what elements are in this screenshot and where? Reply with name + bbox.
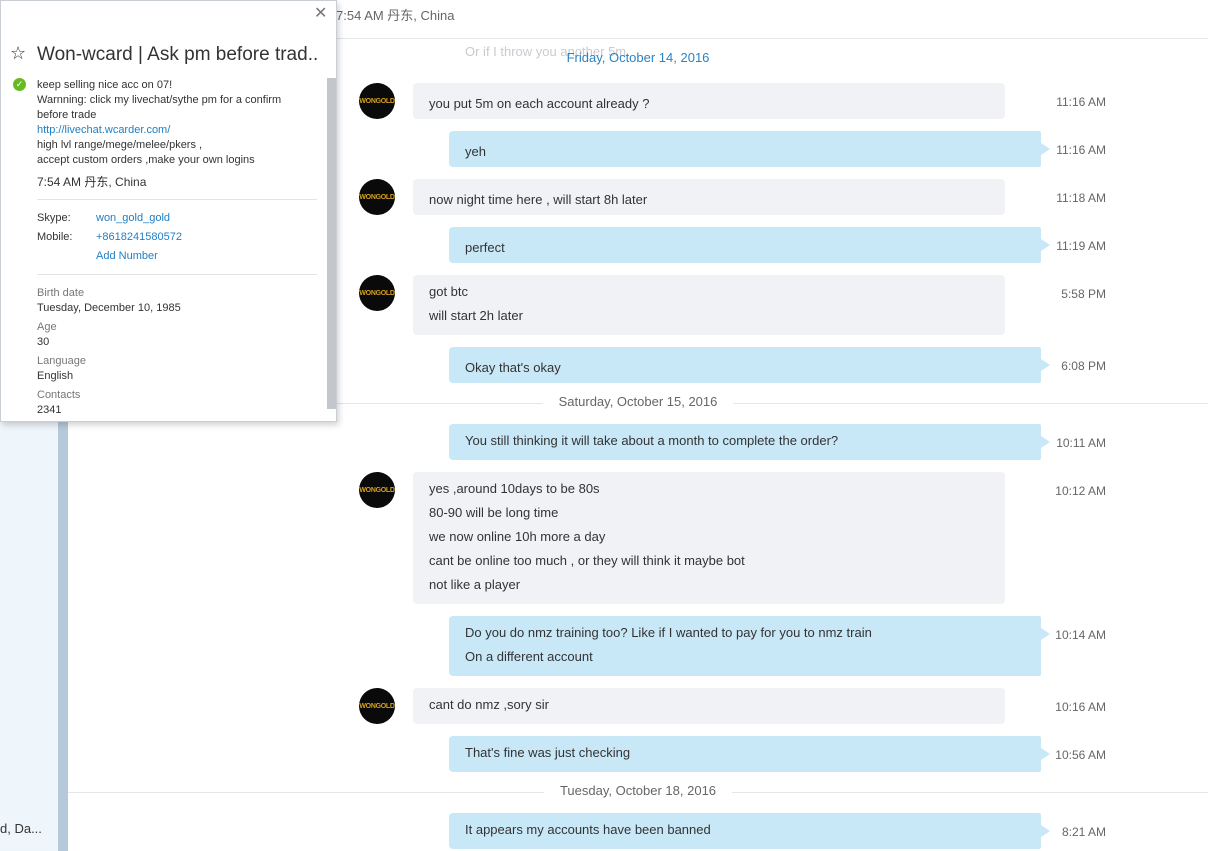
message-bubble-incoming[interactable]: you put 5m on each account already ? — [413, 83, 1005, 119]
message-bubble-incoming[interactable]: yes ,around 10days to be 80s 80-90 will … — [413, 472, 1005, 604]
message-text: yes ,around 10days to be 80s — [429, 481, 600, 496]
mood-link[interactable]: http://livechat.wcarder.com/ — [37, 123, 322, 138]
date-separator: Tuesday, October 18, 2016 — [68, 783, 1208, 803]
message-text: 80-90 will be long time — [429, 505, 559, 520]
message-text: That's fine was just checking — [465, 745, 631, 760]
profile-local-time: 7:54 AM 丹东, China — [37, 175, 147, 189]
contact-avatar[interactable]: WONGOLD — [359, 83, 395, 119]
mood-line: Warnning: click my livechat/sythe pm for… — [37, 94, 282, 106]
contacts-label: Contacts — [37, 389, 81, 401]
mood-line: keep selling nice acc on 07! — [37, 79, 173, 91]
avatar-logo-text: WONGOLD — [359, 702, 395, 710]
sidebar-truncated-text[interactable]: d, Da... — [0, 821, 42, 836]
language-value: English — [37, 370, 74, 382]
message-text: we now online 10h more a day — [429, 529, 606, 544]
contacts-value: 2341 — [37, 404, 62, 416]
message-timestamp: 10:11 AM — [1056, 436, 1106, 450]
age-label: Age — [37, 321, 57, 333]
message-text: cant be online too much , or they will t… — [429, 553, 745, 568]
popover-scrollbar[interactable] — [327, 78, 336, 409]
message-timestamp: 5:58 PM — [1061, 287, 1106, 301]
mood-line: before trade — [37, 109, 97, 121]
favorite-star-icon[interactable]: ☆ — [10, 43, 26, 64]
contact-avatar[interactable]: WONGOLD — [359, 472, 395, 508]
age-value: 30 — [37, 336, 50, 348]
message-text: You still thinking it will take about a … — [465, 433, 839, 448]
message-text: you put 5m on each account already ? — [429, 96, 650, 111]
online-status-icon: ✓ — [13, 78, 26, 91]
message-timestamp: 11:16 AM — [1056, 95, 1106, 109]
message-bubble-outgoing[interactable]: Okay that's okay — [449, 347, 1050, 383]
message-text: got btc — [429, 284, 469, 299]
avatar-logo-text: WONGOLD — [359, 97, 395, 105]
mobile-label: Mobile: — [37, 231, 73, 243]
message-timestamp: 8:21 AM — [1061, 825, 1106, 839]
mood-message: keep selling nice acc on 07! Warnning: c… — [37, 78, 322, 168]
message-timestamp: 10:12 AM — [1055, 484, 1106, 498]
message-text: will start 2h later — [429, 308, 523, 323]
message-text: perfect — [465, 240, 505, 255]
skype-label: Skype: — [37, 212, 71, 224]
date-separator-label: Tuesday, October 18, 2016 — [543, 783, 733, 798]
date-separator-label: Saturday, October 15, 2016 — [542, 394, 734, 409]
message-bubble-incoming[interactable]: got btc will start 2h later — [413, 275, 1005, 335]
mobile-number-link[interactable]: +8618241580572 — [96, 231, 182, 243]
message-bubble-incoming[interactable]: now night time here , will start 8h late… — [413, 179, 1005, 215]
close-icon[interactable]: ✕ — [314, 3, 327, 23]
profile-popover: ✕ ☆ Won-wcard | Ask pm before trad... ✓ … — [0, 0, 337, 422]
message-text: It appears my accounts have been banned — [465, 822, 711, 837]
message-bubble-outgoing[interactable]: It appears my accounts have been banned — [449, 813, 1050, 849]
message-timestamp: 10:14 AM — [1055, 628, 1106, 642]
language-label: Language — [37, 355, 86, 367]
birth-date-label: Birth date — [37, 287, 85, 299]
message-text: Okay that's okay — [465, 360, 561, 375]
message-text: not like a player — [429, 577, 521, 592]
message-bubble-outgoing[interactable]: You still thinking it will take about a … — [449, 424, 1050, 460]
message-bubble-incoming[interactable]: cant do nmz ,sory sir — [413, 688, 1005, 724]
message-text: On a different account — [465, 649, 593, 664]
profile-title: Won-wcard | Ask pm before trad... — [37, 44, 317, 65]
add-number-link[interactable]: Add Number — [96, 250, 158, 262]
message-timestamp: 11:19 AM — [1056, 239, 1106, 253]
message-text: yeh — [465, 144, 486, 159]
contact-avatar[interactable]: WONGOLD — [359, 688, 395, 724]
avatar-logo-text: WONGOLD — [359, 486, 395, 494]
message-text: cant do nmz ,sory sir — [429, 697, 549, 712]
contact-avatar[interactable]: WONGOLD — [359, 275, 395, 311]
message-timestamp: 6:08 PM — [1061, 359, 1106, 373]
divider — [37, 274, 317, 275]
avatar-logo-text: WONGOLD — [359, 193, 395, 201]
avatar-logo-text: WONGOLD — [359, 289, 395, 297]
message-bubble-outgoing[interactable]: perfect — [449, 227, 1050, 263]
skype-name-link[interactable]: won_gold_gold — [96, 212, 170, 224]
mood-line: accept custom orders ,make your own logi… — [37, 154, 255, 166]
message-bubble-outgoing[interactable]: yeh — [449, 131, 1050, 167]
message-bubble-outgoing[interactable]: Do you do nmz training too? Like if I wa… — [449, 616, 1050, 676]
message-bubble-outgoing[interactable]: That's fine was just checking — [449, 736, 1050, 772]
birth-date-value: Tuesday, December 10, 1985 — [37, 302, 181, 314]
message-timestamp: 10:56 AM — [1055, 748, 1106, 762]
date-separator-label: Friday, October 14, 2016 — [566, 50, 710, 65]
divider — [37, 199, 317, 200]
header-location: 7:54 AM 丹东, China — [336, 8, 455, 23]
message-timestamp: 11:16 AM — [1056, 143, 1106, 157]
message-timestamp: 10:16 AM — [1055, 700, 1106, 714]
mood-line: high lvl range/mege/melee/pkers , — [37, 139, 203, 151]
message-text: Do you do nmz training too? Like if I wa… — [465, 625, 872, 640]
message-text: now night time here , will start 8h late… — [429, 192, 648, 207]
message-timestamp: 11:18 AM — [1056, 191, 1106, 205]
contact-avatar[interactable]: WONGOLD — [359, 179, 395, 215]
